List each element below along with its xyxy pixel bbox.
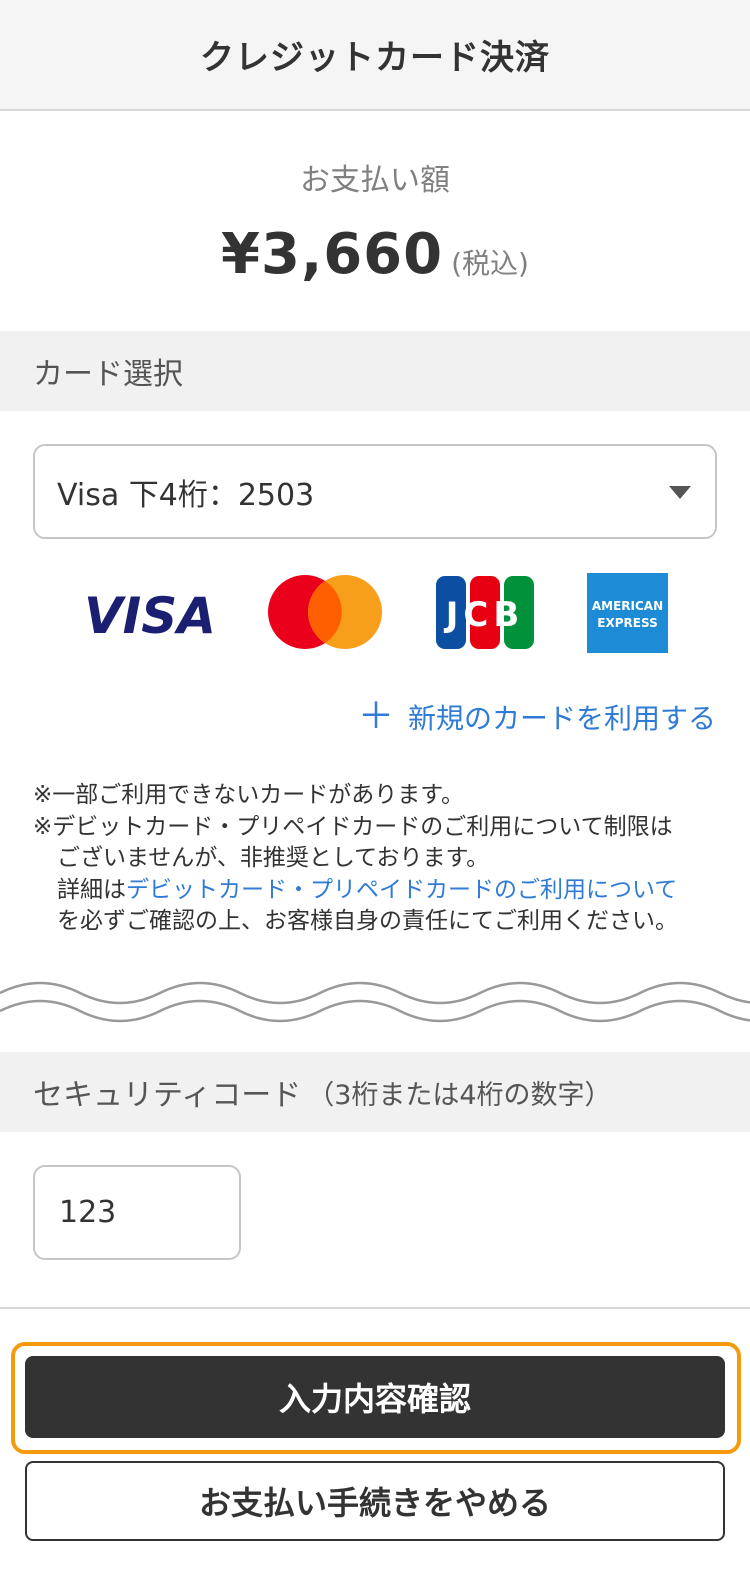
- svg-text:EXPRESS: EXPRESS: [597, 616, 657, 630]
- card-notes: ※一部ご利用できないカードがあります。 ※デビットカード・プリペイドカードのご利…: [33, 780, 733, 938]
- tax-included-note: (税込): [451, 247, 529, 280]
- payment-amount: ¥3,660 (税込): [0, 222, 750, 287]
- selected-card-label: Visa 下4桁：2503: [57, 477, 315, 513]
- note-line-2: ※デビットカード・プリペイドカードのご利用について制限は: [33, 813, 673, 840]
- payment-amount-label: お支払い額: [300, 163, 450, 198]
- jcb-logo: JCB: [436, 576, 534, 649]
- note-prefix: 詳細は: [57, 876, 126, 903]
- security-code-title: セキュリティコード: [33, 1078, 302, 1113]
- debit-prepaid-info-link[interactable]: デビットカード・プリペイドカードのご利用について: [126, 877, 677, 903]
- svg-text:VISA: VISA: [84, 587, 216, 641]
- security-code-value: 123: [59, 1195, 117, 1230]
- page-title: クレジットカード決済: [200, 38, 550, 78]
- confirm-input-button[interactable]: 入力内容確認: [25, 1356, 725, 1438]
- amex-logo: AMERICAN EXPRESS: [587, 573, 668, 653]
- plus-icon: ＋: [357, 696, 394, 737]
- caret-down-icon: [669, 486, 691, 499]
- card-section-title: カード選択: [33, 357, 183, 392]
- note-line-5: を必ずご確認の上、お客様自身の責任にてご利用ください。: [57, 908, 678, 934]
- card-section-header: カード選択: [0, 331, 750, 411]
- wavy-divider: [0, 981, 750, 1023]
- page-header: クレジットカード決済: [0, 0, 750, 111]
- visa-logo: VISA: [84, 587, 216, 641]
- svg-text:JCB: JCB: [444, 595, 525, 635]
- note-line-3: ございませんが、非推奨としております。: [57, 845, 490, 871]
- mastercard-logo: [268, 575, 382, 649]
- cancel-payment-button[interactable]: お支払い手続きをやめる: [25, 1461, 725, 1541]
- payment-amount-value: ¥3,660: [221, 222, 444, 287]
- new-card-link[interactable]: ＋ 新規のカードを利用する: [358, 697, 716, 737]
- note-line-4: 詳細はデビットカード・プリペイドカードのご利用について: [33, 875, 733, 907]
- card-select-dropdown[interactable]: Visa 下4桁：2503: [33, 444, 717, 539]
- new-card-link-label: 新規のカードを利用する: [407, 702, 716, 735]
- section-divider: [0, 1307, 750, 1309]
- security-code-hint: （3桁または4桁の数字）: [307, 1079, 612, 1111]
- svg-text:AMERICAN: AMERICAN: [592, 599, 663, 613]
- security-code-input[interactable]: 123: [33, 1165, 241, 1260]
- note-line-1: ※一部ご利用できないカードがあります。: [33, 782, 464, 808]
- security-code-section-header: セキュリティコード （3桁または4桁の数字）: [0, 1052, 750, 1132]
